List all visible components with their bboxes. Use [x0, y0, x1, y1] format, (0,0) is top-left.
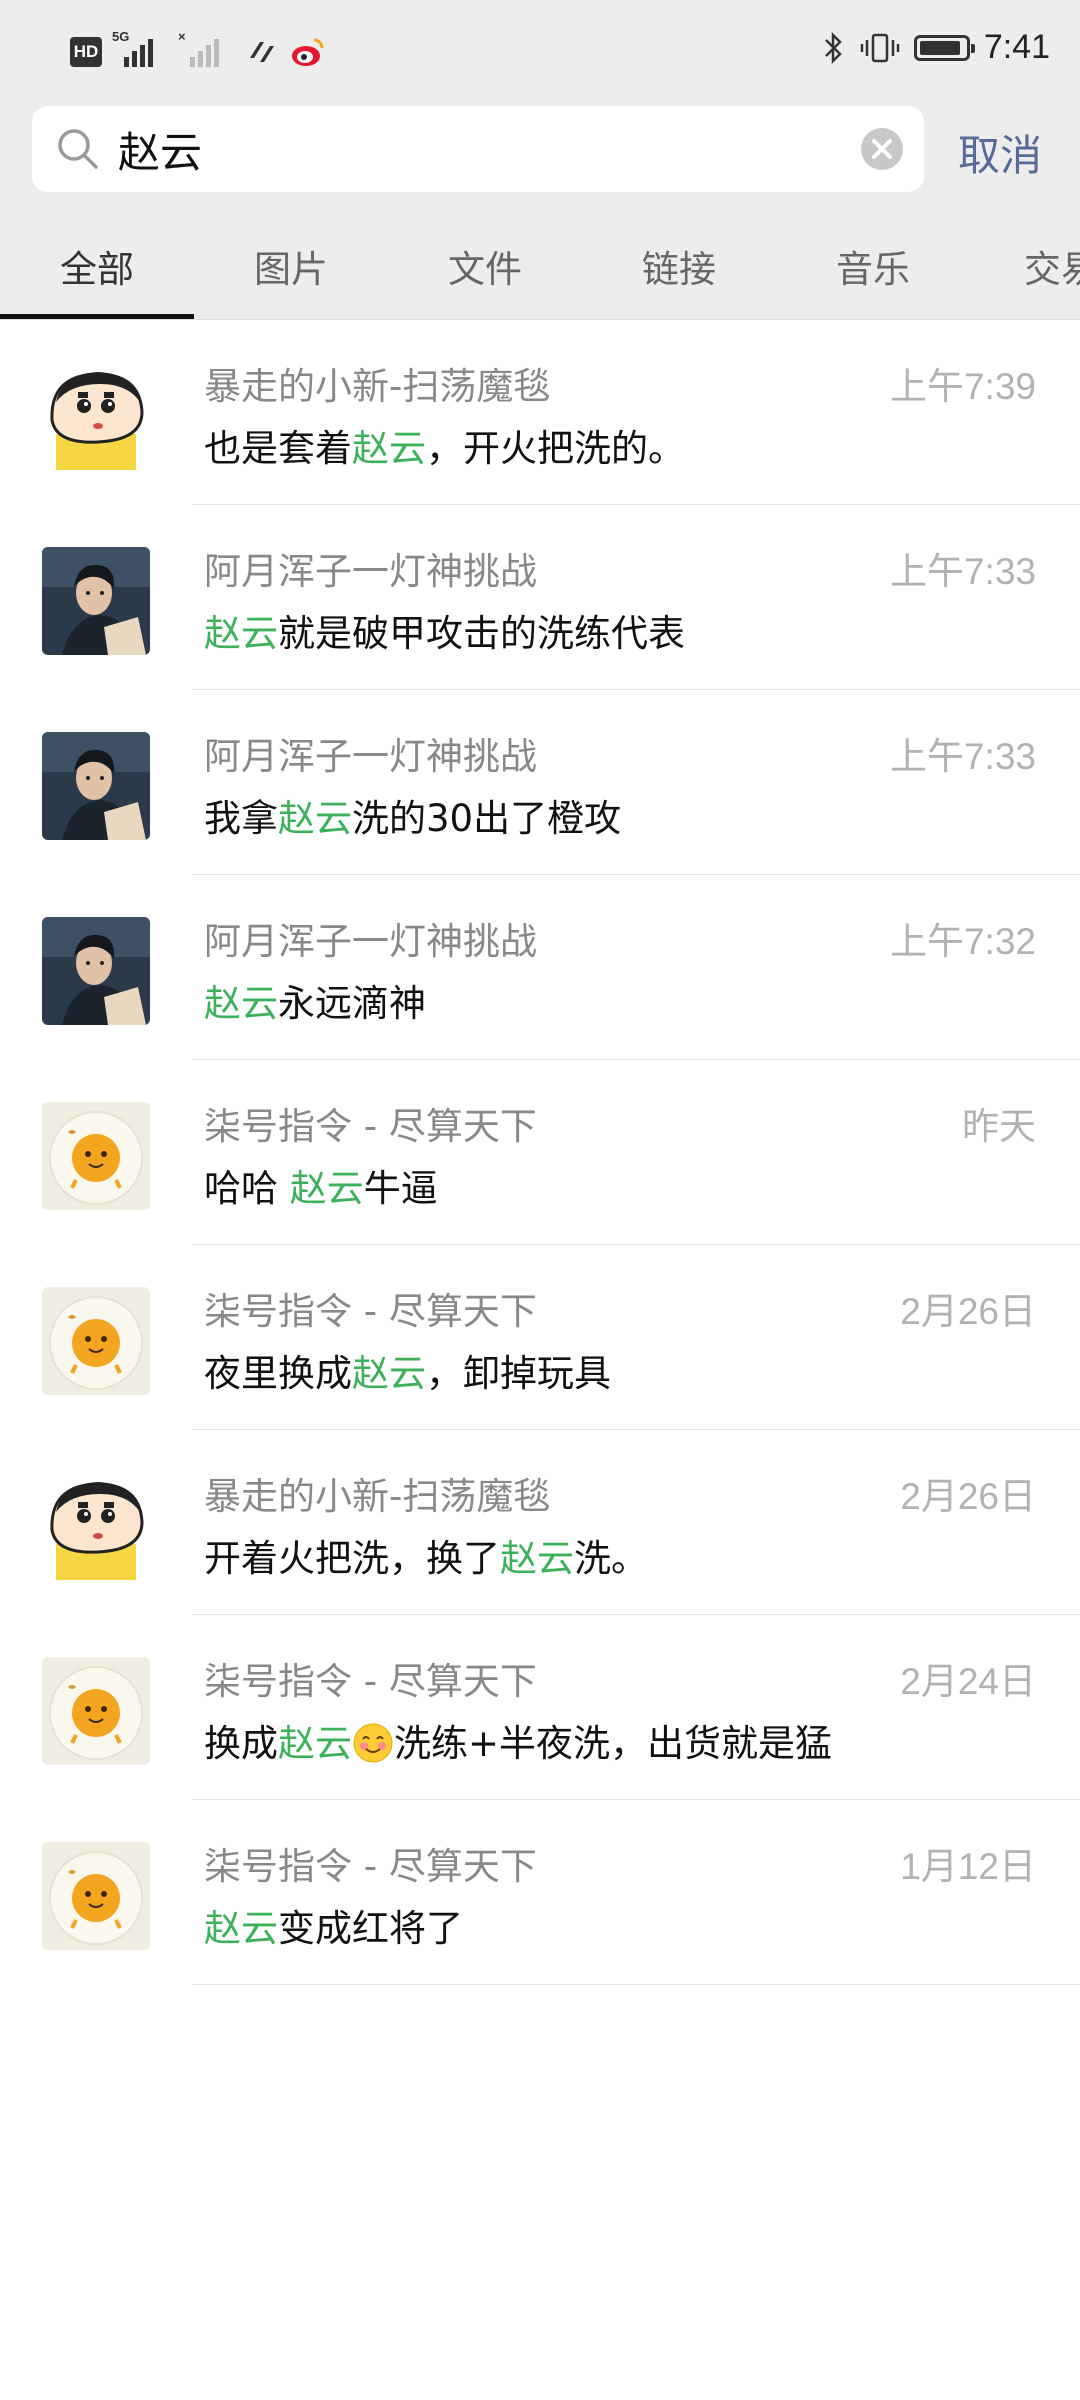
search-results-list: 暴走的小新-扫荡魔毯 上午7:39 也是套着赵云，开火把洗的。 阿月浑子一灯神挑战 上午… [0, 320, 1080, 1985]
keyword-highlight: 赵云 [352, 427, 426, 470]
status-left: HD 5G × [70, 29, 326, 71]
result-row[interactable]: 柒号指令 - 尽算天下 昨天哈哈 赵云牛逼 [0, 1060, 1080, 1245]
sender-name: 暴走的小新-扫荡魔毯 [204, 365, 551, 408]
keyword-highlight: 赵云 [352, 1352, 426, 1395]
message-snippet: 我拿赵云洗的30出了橙攻 [204, 788, 621, 842]
sender-name: 柒号指令 - 尽算天下 [204, 1660, 537, 1703]
result-row[interactable]: 柒号指令 - 尽算天下 1月12日赵云变成红将了 [0, 1800, 1080, 1985]
shinchan-avatar [42, 1472, 150, 1580]
snippet-text: 变成红将了 [278, 1907, 463, 1950]
message-snippet: 换成赵云 洗练+半夜洗，出货就是猛 [204, 1713, 832, 1767]
result-row[interactable]: 阿月浑子一灯神挑战 上午7:33 我拿赵云洗的30出了橙攻 [0, 690, 1080, 875]
message-snippet: 夜里换成赵云，卸掉玩具 [204, 1343, 611, 1397]
clear-icon[interactable] [860, 127, 904, 171]
blush-emoji [352, 1722, 394, 1765]
message-time: 1月12日 [900, 1846, 1036, 1887]
sender-name: 柒号指令 - 尽算天下 [204, 1290, 537, 1333]
message-time: 2月26日 [900, 1476, 1036, 1517]
snippet-text: 牛逼 [363, 1167, 438, 1210]
message-snippet: 开着火把洗，换了赵云洗。 [204, 1528, 648, 1582]
snippet-text: 夜里换成 [204, 1352, 352, 1395]
message-time: 上午7:33 [889, 551, 1036, 592]
tab-music[interactable]: 音乐 [776, 212, 970, 319]
status-right: 7:41 [822, 28, 1050, 67]
result-row[interactable]: 暴走的小新-扫荡魔毯 上午7:39 也是套着赵云，开火把洗的。 [0, 320, 1080, 505]
message-snippet: 哈哈 赵云牛逼 [204, 1158, 438, 1212]
hd-icon: HD [70, 37, 102, 67]
signal-icon: 5G [112, 29, 168, 71]
message-time: 上午7:32 [889, 921, 1036, 962]
clock: 7:41 [983, 28, 1050, 66]
message-snippet: 赵云永远滴神 [204, 973, 426, 1027]
cartoon-ball-avatar [42, 1842, 150, 1950]
tab-transactions[interactable]: 交易 [970, 212, 1080, 319]
link-icon [250, 42, 274, 62]
sender-name: 阿月浑子一灯神挑战 [204, 735, 537, 778]
filter-tabs: 全部 图片 文件 链接 音乐 交易 [0, 212, 1080, 320]
tab-links[interactable]: 链接 [582, 212, 776, 319]
snippet-text: 洗练+半夜洗，出货就是猛 [394, 1722, 833, 1765]
sender-name: 柒号指令 - 尽算天下 [204, 1105, 537, 1148]
message-snippet: 赵云就是破甲攻击的洗练代表 [204, 603, 685, 657]
snippet-text: 开着火把洗，换了 [204, 1537, 500, 1580]
tab-images[interactable]: 图片 [194, 212, 388, 319]
result-row[interactable]: 暴走的小新-扫荡魔毯 2月26日开着火把洗，换了赵云洗。 [0, 1430, 1080, 1615]
snippet-text: 换成 [204, 1722, 278, 1765]
keyword-highlight: 赵云 [204, 1907, 278, 1950]
tab-all[interactable]: 全部 [0, 212, 194, 319]
cartoon-ball-avatar [42, 1657, 150, 1765]
bluetooth-icon [824, 31, 842, 64]
snippet-text: 洗的30出了橙攻 [352, 797, 622, 840]
message-snippet: 也是套着赵云，开火把洗的。 [204, 418, 685, 472]
message-time: 2月24日 [900, 1661, 1036, 1702]
message-time: 上午7:33 [889, 736, 1036, 777]
keyword-highlight: 赵云 [500, 1537, 574, 1580]
search-icon [58, 129, 98, 169]
sender-name: 阿月浑子一灯神挑战 [204, 920, 537, 963]
cancel-button[interactable]: 取消 [958, 122, 1042, 183]
tab-files[interactable]: 文件 [388, 212, 582, 319]
signal-icon: × [178, 29, 234, 71]
message-snippet: 赵云变成红将了 [204, 1898, 463, 1952]
snippet-text: 永远滴神 [278, 982, 426, 1025]
search-input[interactable] [118, 118, 818, 180]
result-row[interactable]: 柒号指令 - 尽算天下 2月24日换成赵云 洗练+半夜洗，出货就是猛 [0, 1615, 1080, 1800]
snippet-text: 就是破甲攻击的洗练代表 [278, 612, 685, 655]
portrait-avatar [42, 917, 150, 1025]
result-row[interactable]: 阿月浑子一灯神挑战 上午7:33 赵云就是破甲攻击的洗练代表 [0, 505, 1080, 690]
keyword-highlight: 赵云 [204, 982, 278, 1025]
snippet-text: 哈哈 [204, 1167, 290, 1210]
sender-name: 柒号指令 - 尽算天下 [204, 1845, 537, 1888]
snippet-text: 也是套着 [204, 427, 352, 470]
battery-icon [913, 34, 975, 61]
result-row[interactable]: 柒号指令 - 尽算天下 2月26日夜里换成赵云，卸掉玩具 [0, 1245, 1080, 1430]
cartoon-ball-avatar [42, 1102, 150, 1210]
snippet-text: ，开火把洗的。 [426, 427, 685, 470]
keyword-highlight: 赵云 [278, 797, 352, 840]
result-row[interactable]: 阿月浑子一灯神挑战 上午7:32 赵云永远滴神 [0, 875, 1080, 1060]
snippet-text: 我拿 [204, 797, 278, 840]
sender-name: 暴走的小新-扫荡魔毯 [204, 1475, 551, 1518]
message-time: 2月26日 [900, 1291, 1036, 1332]
cartoon-ball-avatar [42, 1287, 150, 1395]
keyword-highlight: 赵云 [278, 1722, 352, 1765]
portrait-avatar [42, 547, 150, 655]
keyword-highlight: 赵云 [289, 1167, 364, 1210]
status-bar: HD 5G × 7:41 [0, 0, 1080, 100]
sender-name: 阿月浑子一灯神挑战 [204, 550, 537, 593]
divider [192, 1984, 1080, 1985]
weibo-icon [292, 38, 324, 66]
search-header: 取消 [0, 100, 1080, 212]
portrait-avatar [42, 732, 150, 840]
message-time: 上午7:39 [889, 366, 1036, 407]
search-box[interactable] [32, 106, 924, 192]
keyword-highlight: 赵云 [204, 612, 278, 655]
tab-underline [0, 314, 194, 319]
shinchan-avatar [42, 362, 150, 470]
snippet-text: ，卸掉玩具 [426, 1352, 611, 1395]
snippet-text: 洗。 [574, 1537, 648, 1580]
message-time: 昨天 [962, 1106, 1036, 1147]
vibrate-icon [860, 33, 900, 62]
